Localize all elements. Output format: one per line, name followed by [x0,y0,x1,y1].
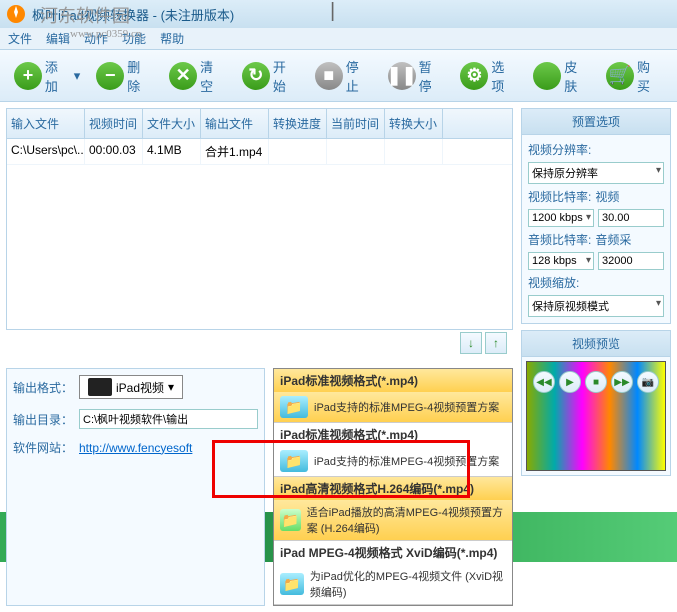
scale-select[interactable]: 保持原视频模式 [528,295,664,317]
col-csize[interactable]: 转换大小 [385,109,443,138]
menubar: 文件 编辑 动作 功能 帮助 [0,28,677,50]
window-title: 枫叶iPad视频转换器 - (未注册版本) [32,5,234,24]
skin-button[interactable]: 皮肤 [527,53,596,99]
menu-action[interactable]: 动作 [84,30,108,47]
reorder-buttons: ↓ ↑ [6,330,513,356]
col-fsize[interactable]: 文件大小 [143,109,201,138]
format-select-button[interactable]: iPad视频 ▾ [79,375,183,399]
ipad-icon [88,378,112,396]
aextra-input[interactable]: 32000 [598,252,664,270]
col-input[interactable]: 输入文件 [7,109,85,138]
clear-button[interactable]: ✕清空 [163,53,232,99]
col-output[interactable]: 输出文件 [201,109,269,138]
scale-label: 视频缩放: [528,274,664,291]
table-header: 输入文件 视频时间 文件大小 输出文件 转换进度 当前时间 转换大小 [7,109,512,139]
pause-button[interactable]: ❚❚暂停 [382,53,451,99]
col-progress[interactable]: 转换进度 [269,109,327,138]
vbitrate-label: 视频比特率: [528,188,591,205]
output-panel: 输出格式： iPad视频 ▾ 输出目录： 软件网站： http://www.fe… [6,368,265,606]
play-button[interactable]: ▶ [559,371,581,393]
resolution-select[interactable]: 保持原分辨率 [528,162,664,184]
folder-icon: 📁 [280,396,308,418]
abitrate-select[interactable]: 128 kbps [528,252,594,270]
folder-icon: 📁 [280,509,301,531]
toolbar: +添加▾ −删除 ✕清空 ↻开始 ■停止 ❚❚暂停 ⚙选项 皮肤 🛒购买 [0,50,677,102]
titlebar: 枫叶iPad视频转换器 - (未注册版本) [0,0,677,28]
menu-help[interactable]: 帮助 [160,30,184,47]
abitrate-label: 音频比特率: [528,231,591,248]
stop-icon: ■ [315,62,343,90]
col-ctime[interactable]: 当前时间 [327,109,385,138]
resolution-label: 视频分辨率: [528,141,664,158]
text-caret: | [330,0,335,23]
format-dropdown: iPad标准视频格式(*.mp4) 📁iPad支持的标准MPEG-4视频预置方案… [273,368,513,606]
table-row[interactable]: C:\Users\pc\... 00:00.03 4.1MB 合并1.mp4 [7,139,512,165]
move-down-button[interactable]: ↓ [460,332,482,354]
add-button[interactable]: +添加▾ [8,53,86,99]
preset-title: 预置选项 [522,109,670,135]
site-label: 软件网站： [13,439,73,456]
snapshot-button[interactable]: 📷 [637,371,659,393]
menu-edit[interactable]: 编辑 [46,30,70,47]
format-option[interactable]: iPad高清视频格式H.264编码(*.mp4) 📁适合iPad播放的高清MPE… [274,477,512,541]
dir-input[interactable] [79,409,258,429]
format-option[interactable]: iPad标准视频格式(*.mp4) 📁iPad支持的标准MPEG-4视频预置方案 [274,423,512,477]
preset-panel: 预置选项 视频分辨率: 保持原分辨率 视频比特率: 视频 1200 kbps 3… [521,108,671,324]
menu-function[interactable]: 功能 [122,30,146,47]
playback-controls: ◀◀ ▶ ■ ▶▶ 📷 [521,368,671,396]
options-button[interactable]: ⚙选项 [454,53,523,99]
delete-button[interactable]: −删除 [90,53,159,99]
pause-icon: ❚❚ [388,62,416,90]
stop2-button[interactable]: ■ [585,371,607,393]
file-table: 输入文件 视频时间 文件大小 输出文件 转换进度 当前时间 转换大小 C:\Us… [6,108,513,330]
format-option[interactable]: iPad标准视频格式(*.mp4) 📁iPad支持的标准MPEG-4视频预置方案 [274,369,512,423]
minus-icon: − [96,62,124,90]
dir-label: 输出目录： [13,411,73,428]
format-option[interactable]: iPad MPEG-4视频格式 XviD编码(*.mp4) 📁为iPad优化的M… [274,541,512,605]
buy-button[interactable]: 🛒购买 [600,53,669,99]
stop-button[interactable]: ■停止 [309,53,378,99]
gear-icon: ⚙ [460,62,488,90]
col-vtime[interactable]: 视频时间 [85,109,143,138]
preview-title: 视频预览 [522,331,670,357]
vbitrate-select[interactable]: 1200 kbps [528,209,594,227]
prev-button[interactable]: ◀◀ [533,371,555,393]
plus-icon: + [14,62,42,90]
x-icon: ✕ [169,62,197,90]
app-logo-icon [6,4,26,24]
vextra-label: 视频 [595,188,657,205]
apple-icon [533,62,561,90]
folder-icon: 📁 [280,450,308,472]
folder-icon: 📁 [280,573,304,595]
cart-icon: 🛒 [606,62,634,90]
site-link[interactable]: http://www.fencyesoft [79,441,192,455]
vextra-input[interactable]: 30.00 [598,209,664,227]
start-button[interactable]: ↻开始 [236,53,305,99]
menu-file[interactable]: 文件 [8,30,32,47]
move-up-button[interactable]: ↑ [485,332,507,354]
format-label: 输出格式： [13,379,73,396]
refresh-icon: ↻ [242,62,270,90]
next-button[interactable]: ▶▶ [611,371,633,393]
aextra-label: 音频采 [595,231,657,248]
